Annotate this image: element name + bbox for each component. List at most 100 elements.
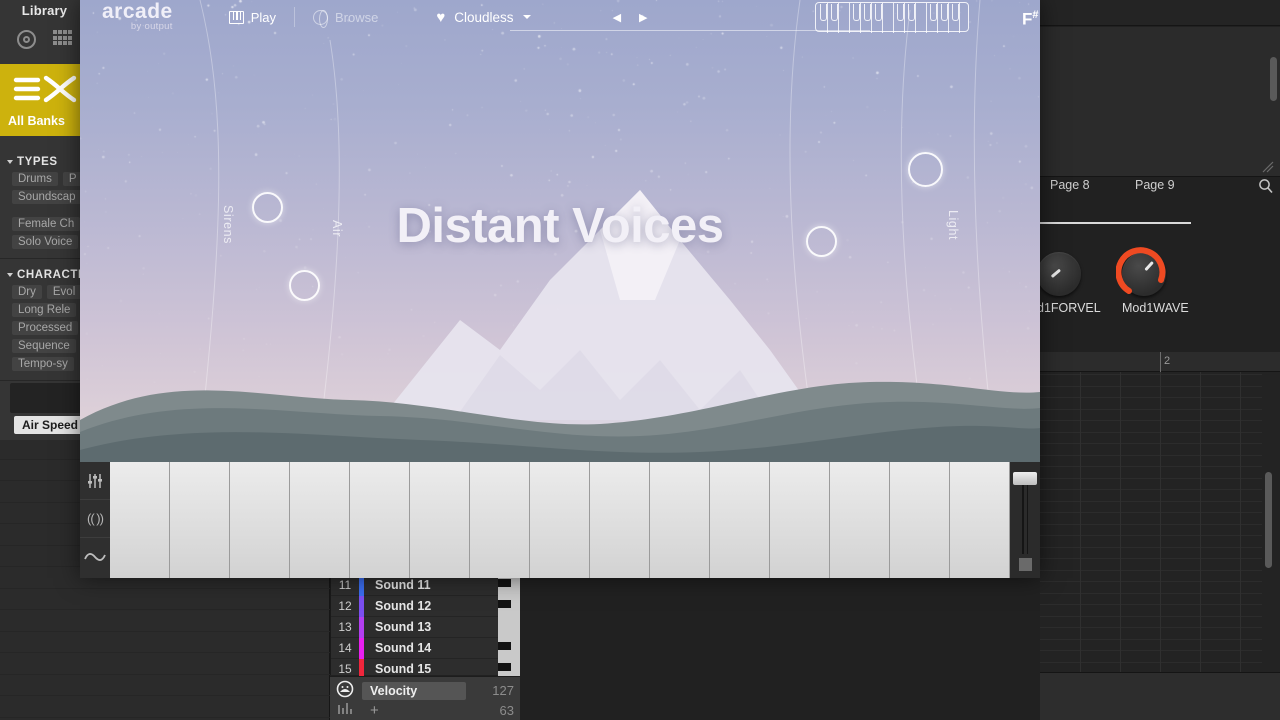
- screen: Library All Banks TYPES Drums P Soundsca…: [0, 0, 1280, 720]
- vertical-scrollbar[interactable]: [1270, 57, 1277, 101]
- next-arrow-icon[interactable]: ▶: [639, 11, 647, 24]
- daw-track-row[interactable]: [0, 610, 330, 632]
- filter-tag[interactable]: Long Rele: [12, 303, 77, 317]
- heart-icon[interactable]: ♥: [436, 9, 445, 26]
- air-speed-chip[interactable]: Air Speed: [14, 416, 87, 434]
- mini-keyboard-icon[interactable]: [815, 2, 969, 33]
- filter-tag[interactable]: Female Ch: [12, 217, 81, 231]
- grid-line: [1040, 546, 1262, 548]
- keyboard-lane-cell[interactable]: [498, 617, 520, 638]
- filter-tag[interactable]: Processed: [12, 321, 79, 335]
- filter-tag[interactable]: Solo Voice: [12, 235, 79, 249]
- white-key[interactable]: [590, 462, 650, 578]
- pages-underline: [1040, 222, 1191, 224]
- velocity-row[interactable]: Velocity 127: [362, 680, 520, 701]
- arcade-logo: arcade by output: [102, 1, 173, 32]
- waveform-icon[interactable]: [80, 538, 110, 576]
- keyboard-lane-cell[interactable]: [498, 596, 520, 617]
- arcade-plugin-window: SirensAirLightDark Verb Distant Voices a…: [80, 0, 1040, 578]
- mini-black-key: [831, 4, 838, 21]
- white-key[interactable]: [290, 462, 350, 578]
- tab-page-8[interactable]: Page 8: [1050, 178, 1090, 192]
- sound-name: Sound 11: [375, 578, 431, 592]
- fader-track[interactable]: [1021, 476, 1029, 554]
- filter-tag[interactable]: Drums: [12, 172, 58, 186]
- drum-pad-icon[interactable]: [333, 701, 357, 720]
- daw-track-row[interactable]: [0, 675, 330, 696]
- sound-list-row[interactable]: 14 Sound 14: [331, 637, 520, 659]
- white-key[interactable]: [470, 462, 530, 578]
- grid-line: [1040, 558, 1262, 559]
- white-key[interactable]: [950, 462, 1010, 578]
- tab-play[interactable]: Play: [211, 4, 294, 30]
- white-key[interactable]: [770, 462, 830, 578]
- filter-tag[interactable]: Tempo-sy: [12, 357, 74, 371]
- prev-arrow-icon[interactable]: ◀: [613, 11, 621, 24]
- sound-name: Sound 14: [375, 641, 432, 655]
- grid-line: [1040, 477, 1262, 479]
- filter-tag[interactable]: Sequence: [12, 339, 76, 353]
- grid-icon[interactable]: [53, 30, 72, 45]
- daw-track-row[interactable]: [0, 589, 330, 610]
- white-keys[interactable]: [110, 462, 1010, 578]
- daw-track-row[interactable]: [0, 696, 330, 718]
- sound-list-row[interactable]: 13 Sound 13: [331, 616, 520, 638]
- filter-tag[interactable]: Dry: [12, 285, 42, 299]
- sound-list-row[interactable]: 12 Sound 12: [331, 595, 520, 617]
- timeline-ruler[interactable]: 2: [1040, 352, 1280, 372]
- tag-row: Solo Voice: [0, 231, 90, 249]
- search-icon[interactable]: [1258, 178, 1274, 199]
- caret-icon[interactable]: [7, 273, 13, 277]
- keyboard-fader-strip: [1010, 462, 1040, 578]
- preset-selector[interactable]: ♥ Cloudless: [436, 9, 531, 26]
- filter-tag[interactable]: Evol: [46, 285, 82, 299]
- tab-page-9[interactable]: Page 9: [1135, 178, 1175, 192]
- add-lane-button[interactable]: +: [362, 702, 379, 719]
- sound-list[interactable]: 11 Sound 11 12 Sound 12 13 Sound 13 14 Sound 14…: [330, 574, 520, 680]
- square-button[interactable]: [1019, 558, 1032, 571]
- daw-track-row[interactable]: [0, 653, 330, 675]
- knob-dial[interactable]: [1115, 247, 1166, 296]
- tag-row: Soundscap: [0, 186, 90, 204]
- white-key[interactable]: [230, 462, 290, 578]
- loop-node[interactable]: [289, 270, 320, 301]
- loop-node[interactable]: [908, 152, 943, 187]
- filter-section-header[interactable]: TYPES: [0, 156, 90, 168]
- keyboard-lane-cell[interactable]: [498, 575, 520, 596]
- key-signature[interactable]: F#min: [1022, 9, 1040, 30]
- white-key[interactable]: [650, 462, 710, 578]
- filter-section-header[interactable]: CHARACTE: [0, 269, 90, 281]
- white-key[interactable]: [710, 462, 770, 578]
- stereo-spread-icon[interactable]: (( )): [80, 500, 110, 538]
- keyboard-lane-cell[interactable]: [498, 638, 520, 659]
- sound-list-row[interactable]: 11 Sound 11: [331, 574, 520, 596]
- white-key[interactable]: [350, 462, 410, 578]
- white-key[interactable]: [830, 462, 890, 578]
- tab-browse[interactable]: Browse: [295, 4, 396, 30]
- preset-name[interactable]: Cloudless: [454, 10, 513, 25]
- white-key[interactable]: [110, 462, 170, 578]
- velocity-add-row[interactable]: + 63: [362, 700, 520, 720]
- daw-track-row[interactable]: [0, 632, 330, 653]
- white-key[interactable]: [530, 462, 590, 578]
- sidebar-empty-box: [10, 383, 90, 413]
- chevron-down-icon[interactable]: [522, 15, 531, 19]
- grid-line: [1040, 385, 1262, 387]
- grid-line: [1040, 535, 1262, 536]
- sound-number: 13: [338, 620, 352, 634]
- piano-roll-scrollbar[interactable]: [1265, 472, 1272, 568]
- knob-dial[interactable]: [1037, 252, 1081, 296]
- knob-mod1wave[interactable]: Mod1WAVE: [1115, 247, 1189, 315]
- white-key[interactable]: [170, 462, 230, 578]
- arcade-keyboard: (( )): [80, 462, 1040, 578]
- circle-icon[interactable]: [17, 30, 36, 49]
- all-banks-panel[interactable]: All Banks: [0, 64, 90, 136]
- white-key[interactable]: [410, 462, 470, 578]
- mixer-faders-icon[interactable]: [80, 462, 110, 500]
- white-key[interactable]: [890, 462, 950, 578]
- caret-icon[interactable]: [7, 160, 13, 164]
- fader-thumb[interactable]: [1013, 472, 1037, 485]
- knob-mod1forvel[interactable]: d1FORVEL: [1037, 252, 1101, 315]
- resize-handle-icon[interactable]: [1262, 160, 1274, 178]
- filter-tag[interactable]: Soundscap: [12, 190, 82, 204]
